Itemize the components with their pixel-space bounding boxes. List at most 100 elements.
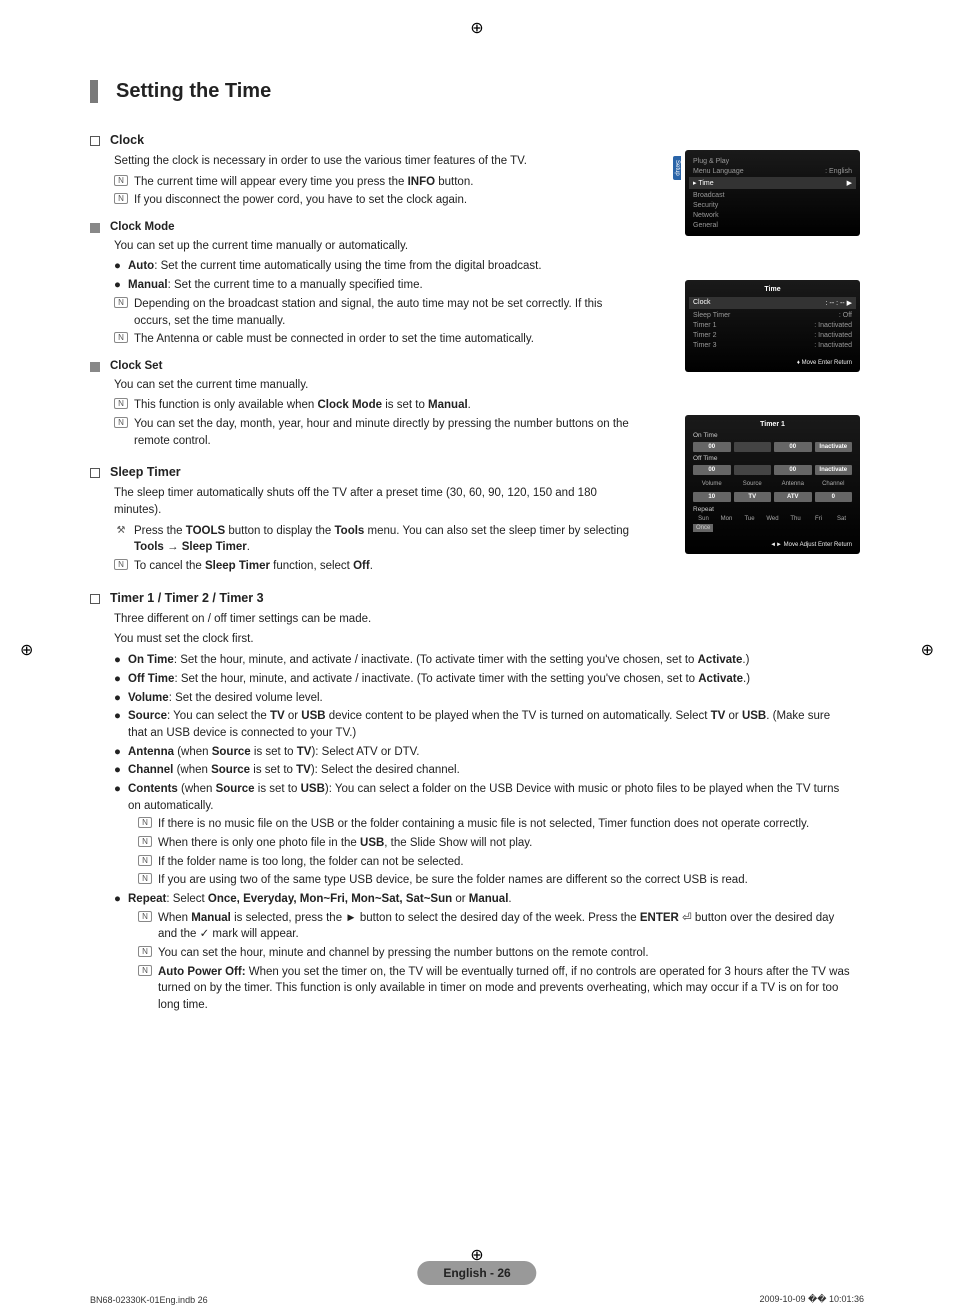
off-time-label: Off Time bbox=[693, 455, 852, 462]
body-text: Three different on / off timer settings … bbox=[114, 611, 630, 628]
val-cell: Inactivate bbox=[815, 442, 853, 452]
note-row: ⚒Press the TOOLS button to display the T… bbox=[114, 523, 630, 556]
note-row: NTo cancel the Sleep Timer function, sel… bbox=[114, 558, 630, 575]
item-text: Manual: Set the current time to a manual… bbox=[128, 277, 423, 294]
bullet-icon: ● bbox=[114, 690, 128, 707]
item-text: Off Time: Set the hour, minute, and acti… bbox=[128, 671, 750, 688]
lbl-cell: Volume bbox=[693, 479, 731, 489]
menu-row: Timer 1: Inactivated bbox=[693, 320, 852, 330]
item-text: On Time: Set the hour, minute, and activ… bbox=[128, 652, 749, 669]
day-label: Sun bbox=[693, 516, 714, 522]
note-icon: N bbox=[114, 193, 128, 204]
bottom-labels: Volume Source Antenna Channel bbox=[693, 479, 852, 489]
day-label: Mon bbox=[716, 516, 737, 522]
heading-text: Clock Mode bbox=[110, 219, 175, 236]
val-cell: Inactivate bbox=[815, 465, 853, 475]
menu-row: Broadcast bbox=[693, 190, 852, 200]
page-number-badge: English - 26 bbox=[417, 1261, 536, 1285]
list-item: ●Auto: Set the current time automaticall… bbox=[114, 258, 630, 275]
clock-set-heading: Clock Set bbox=[90, 358, 630, 375]
menu-row-selected: ▸ Time▶ bbox=[689, 177, 856, 189]
registration-mark-icon: ⊕ bbox=[470, 18, 483, 38]
square-bullet-icon bbox=[90, 468, 100, 478]
lbl-cell: Channel bbox=[815, 479, 853, 489]
heading-text: Clock bbox=[110, 131, 144, 149]
menu-row: Security bbox=[693, 200, 852, 210]
menu-row: Timer 3: Inactivated bbox=[693, 340, 852, 350]
val-cell bbox=[734, 465, 772, 475]
item-text: Contents (when Source is set to USB): Yo… bbox=[128, 781, 850, 814]
bullet-icon: ● bbox=[114, 781, 128, 814]
body-text: You can set the current time manually. bbox=[114, 377, 630, 394]
note-text: Auto Power Off: When you set the timer o… bbox=[158, 964, 850, 1014]
note-row: NYou can set the day, month, year, hour … bbox=[114, 416, 630, 449]
item-text: Source: You can select the TV or USB dev… bbox=[128, 708, 850, 741]
val-cell: 00 bbox=[774, 442, 812, 452]
tools-icon: ⚒ bbox=[114, 524, 128, 557]
note-icon: N bbox=[138, 946, 152, 957]
bullet-icon: ● bbox=[114, 652, 128, 669]
val-cell: ATV bbox=[774, 492, 812, 502]
repeat-value: Once bbox=[693, 524, 713, 532]
square-bullet-icon bbox=[90, 594, 100, 604]
note-icon: N bbox=[114, 332, 128, 343]
lbl-cell: Source bbox=[734, 479, 772, 489]
note-row: N The Antenna or cable must be connected … bbox=[114, 331, 630, 348]
list-item: ●Manual: Set the current time to a manua… bbox=[114, 277, 630, 294]
note-text: If there is no music file on the USB or … bbox=[158, 816, 809, 833]
menu-row: Timer 2: Inactivated bbox=[693, 330, 852, 340]
registration-mark-icon: ⊕ bbox=[20, 640, 33, 660]
list-item: ●Channel (when Source is set to TV): Sel… bbox=[114, 762, 850, 779]
note-icon: N bbox=[138, 817, 152, 828]
square-solid-icon bbox=[90, 362, 100, 372]
note-row: N Auto Power Off: When you set the timer … bbox=[138, 964, 850, 1014]
note-row: NWhen there is only one photo file in th… bbox=[138, 835, 850, 852]
heading-text: Clock Set bbox=[110, 358, 162, 375]
note-text: When there is only one photo file in the… bbox=[158, 835, 532, 852]
val-cell: TV bbox=[734, 492, 772, 502]
note-icon: N bbox=[138, 965, 152, 976]
note-text: If the folder name is too long, the fold… bbox=[158, 854, 464, 871]
clock-heading: Clock bbox=[90, 131, 630, 149]
day-label: Wed bbox=[762, 516, 783, 522]
note-text: The Antenna or cable must be connected i… bbox=[134, 331, 534, 348]
bullet-icon: ● bbox=[114, 277, 128, 294]
note-row: N If you are using two of the same type U… bbox=[138, 872, 850, 889]
note-row: NThis function is only available when Cl… bbox=[114, 397, 630, 414]
bullet-icon: ● bbox=[114, 708, 128, 741]
item-text: Repeat: Select Once, Everyday, Mon~Fri, … bbox=[128, 891, 512, 908]
note-icon: N bbox=[114, 417, 128, 428]
chevron-right-icon: ▶ bbox=[847, 179, 852, 187]
val-cell: 00 bbox=[693, 442, 731, 452]
item-text: Channel (when Source is set to TV): Sele… bbox=[128, 762, 460, 779]
day-label: Tue bbox=[739, 516, 760, 522]
clock-mode-heading: Clock Mode bbox=[90, 219, 630, 236]
body-text: You must set the clock first. bbox=[114, 631, 630, 648]
list-item: ●Antenna (when Source is set to TV): Sel… bbox=[114, 744, 850, 761]
square-bullet-icon bbox=[90, 136, 100, 146]
val-cell: 0 bbox=[815, 492, 853, 502]
note-text: If you are using two of the same type US… bbox=[158, 872, 748, 889]
setup-tab: Setup bbox=[673, 156, 681, 180]
doc-footer-right: 2009-10-09 �� 10:01:36 bbox=[759, 1294, 864, 1305]
val-cell: 10 bbox=[693, 492, 731, 502]
days-labels: Sun Mon Tue Wed Thu Fri Sat bbox=[693, 516, 852, 522]
menu-row-selected: Clock: -- : -- ▶ bbox=[689, 297, 856, 309]
note-row: NYou can set the hour, minute and channe… bbox=[138, 945, 850, 962]
lbl-cell: Antenna bbox=[774, 479, 812, 489]
chevron-right-icon: ▶ bbox=[847, 300, 852, 307]
note-row: N The current time will appear every tim… bbox=[114, 174, 630, 191]
list-item: ●On Time: Set the hour, minute, and acti… bbox=[114, 652, 850, 669]
page-content: Setting the Time Clock Setting the clock… bbox=[90, 80, 860, 1014]
bullet-icon: ● bbox=[114, 762, 128, 779]
panel-footer: ◄► Move Adjust Enter Return bbox=[693, 542, 852, 548]
list-item: ●Off Time: Set the hour, minute, and act… bbox=[114, 671, 850, 688]
panel-title: Time bbox=[693, 286, 852, 293]
square-solid-icon bbox=[90, 223, 100, 233]
clock-intro: Setting the clock is necessary in order … bbox=[114, 153, 630, 170]
note-row: N If you disconnect the power cord, you … bbox=[114, 192, 630, 209]
main-column: Clock Setting the clock is necessary in … bbox=[90, 131, 630, 648]
day-label: Fri bbox=[808, 516, 829, 522]
off-time-values: 00 00 Inactivate bbox=[693, 465, 852, 475]
note-icon: N bbox=[138, 873, 152, 884]
